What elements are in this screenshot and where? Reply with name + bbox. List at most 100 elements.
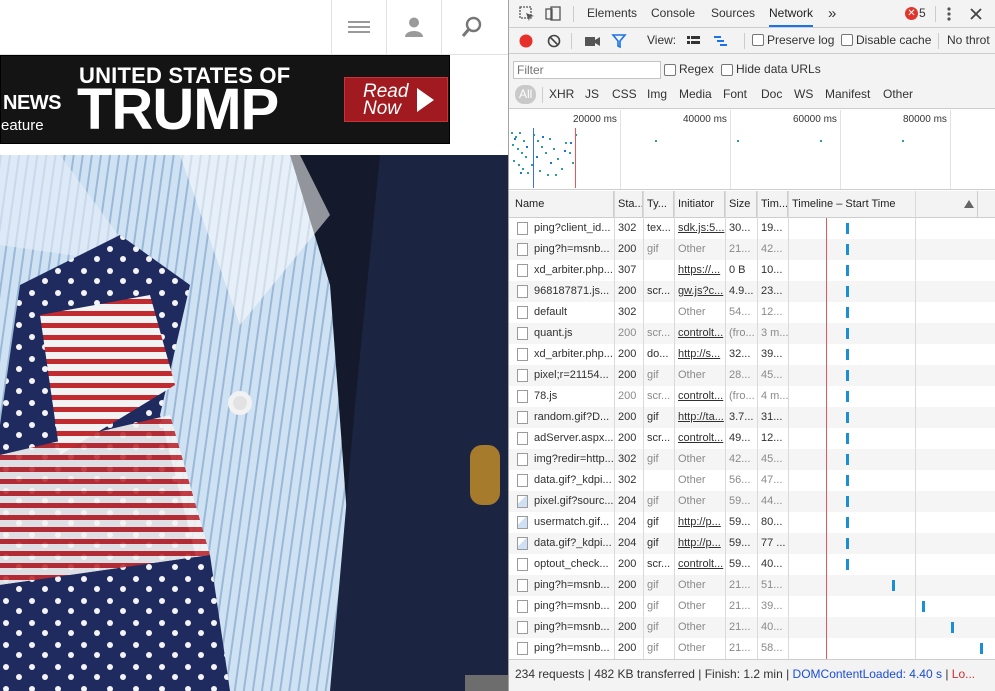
menu-button[interactable] bbox=[331, 0, 386, 54]
throttling-select[interactable]: No throt bbox=[947, 28, 990, 53]
preserve-log-checkbox[interactable] bbox=[752, 34, 764, 46]
column-status[interactable]: Sta... bbox=[614, 191, 643, 218]
column-name[interactable]: Name bbox=[509, 191, 614, 218]
tab-console[interactable]: Console bbox=[651, 0, 695, 27]
request-row[interactable]: ping?client_id... 302 tex... sdk.js:5... 30.… bbox=[509, 218, 995, 239]
request-row[interactable]: random.gif?D... 200 gif http://ta... 3.7... 3… bbox=[509, 407, 995, 428]
cell-status: 302 bbox=[618, 474, 637, 486]
cell-status: 307 bbox=[618, 264, 637, 276]
type-filter-css[interactable]: CSS bbox=[610, 85, 639, 104]
request-row[interactable]: ping?h=msnb... 200 gif Other 21... 42... bbox=[509, 239, 995, 260]
device-toolbar-icon[interactable] bbox=[544, 5, 562, 23]
cell-status: 200 bbox=[618, 390, 637, 402]
cell-initiator[interactable]: gw.js?c... bbox=[674, 281, 725, 302]
filter-input[interactable] bbox=[513, 61, 661, 79]
error-count[interactable]: 5 bbox=[919, 0, 926, 27]
column-divider bbox=[725, 191, 726, 659]
camera-icon[interactable] bbox=[584, 34, 601, 48]
cell-initiator[interactable]: controlt... bbox=[674, 554, 725, 575]
hide-data-urls-checkbox[interactable] bbox=[721, 64, 733, 76]
request-row[interactable]: ping?h=msnb... 200 gif Other 21... 51... bbox=[509, 575, 995, 596]
type-filter-doc[interactable]: Doc bbox=[759, 85, 784, 104]
close-icon[interactable] bbox=[967, 5, 985, 23]
cell-initiator[interactable]: http://s... bbox=[674, 344, 725, 365]
waterfall-view-icon[interactable] bbox=[713, 34, 728, 48]
cell-initiator[interactable]: controlt... bbox=[674, 386, 725, 407]
record-icon[interactable] bbox=[518, 33, 534, 49]
request-row[interactable]: data.gif?_kdpi... 204 gif http://p... 59... 7… bbox=[509, 533, 995, 554]
request-row[interactable]: img?redir=http... 302 gif Other 42... 45... bbox=[509, 449, 995, 470]
request-row[interactable]: xd_arbiter.php... 307 https://... 0 B 10... bbox=[509, 260, 995, 281]
tab-network[interactable]: Network bbox=[769, 0, 814, 27]
request-row[interactable]: 968187871.js... 200 scr... gw.js?c... 4.9...… bbox=[509, 281, 995, 302]
request-row[interactable]: pixel;r=21154... 200 gif Other 28... 45... bbox=[509, 365, 995, 386]
type-filter-xhr[interactable]: XHR bbox=[547, 85, 576, 104]
cell-name: optout_check... bbox=[534, 558, 609, 570]
disable-cache-checkbox[interactable] bbox=[841, 34, 853, 46]
column-time[interactable]: Tim... bbox=[757, 191, 788, 218]
request-row[interactable]: 78.js 200 scr... controlt... (fro... 4 m... bbox=[509, 386, 995, 407]
request-row[interactable]: usermatch.gif... 204 gif http://p... 59... 80… bbox=[509, 512, 995, 533]
sort-ascending-icon[interactable] bbox=[964, 200, 974, 208]
request-row[interactable]: quant.js 200 scr... controlt... (fro... 3 m..… bbox=[509, 323, 995, 344]
cell-initiator[interactable]: http://p... bbox=[674, 533, 725, 554]
request-row[interactable]: default 302 Other 54... 12... bbox=[509, 302, 995, 323]
request-row[interactable]: ping?h=msnb... 200 gif Other 21... 58... bbox=[509, 638, 995, 659]
filter-separator bbox=[542, 87, 543, 103]
request-row[interactable]: xd_arbiter.php... 200 do... http://s... 32..… bbox=[509, 344, 995, 365]
tab-elements[interactable]: Elements bbox=[587, 0, 637, 27]
column-size[interactable]: Size bbox=[725, 191, 757, 218]
cell-size: 21... bbox=[729, 621, 751, 633]
cell-time: 44... bbox=[761, 495, 783, 507]
type-filter-ws[interactable]: WS bbox=[792, 85, 815, 104]
kebab-menu-icon[interactable] bbox=[940, 5, 958, 23]
cell-type: scr... bbox=[647, 390, 671, 402]
type-filter-other[interactable]: Other bbox=[881, 85, 915, 104]
document-file-icon bbox=[517, 600, 528, 613]
network-overview[interactable]: 20000 ms 40000 ms 60000 ms 80000 ms bbox=[509, 110, 995, 190]
type-filter-js[interactable]: JS bbox=[583, 85, 601, 104]
cell-type: gif bbox=[647, 411, 659, 423]
request-row[interactable]: ping?h=msnb... 200 gif Other 21... 39... bbox=[509, 596, 995, 617]
type-filter-media[interactable]: Media bbox=[677, 85, 714, 104]
request-row[interactable]: optout_check... 200 scr... controlt... 59...… bbox=[509, 554, 995, 575]
filter-icon[interactable] bbox=[611, 33, 627, 49]
clear-icon[interactable] bbox=[546, 33, 562, 49]
read-now-button[interactable]: Read Now bbox=[344, 77, 448, 122]
type-filter-manifest[interactable]: Manifest bbox=[823, 85, 872, 104]
cell-size: 21... bbox=[729, 642, 751, 654]
cell-name: 78.js bbox=[534, 390, 558, 402]
cell-initiator[interactable]: https://... bbox=[674, 260, 725, 281]
large-rows-icon[interactable] bbox=[686, 34, 701, 48]
cell-initiator[interactable]: sdk.js:5... bbox=[674, 218, 725, 239]
request-row[interactable]: pixel.gif?sourc... 204 gif Other 59... 44... bbox=[509, 491, 995, 512]
account-button[interactable] bbox=[386, 0, 441, 54]
request-row[interactable]: ping?h=msnb... 200 gif Other 21... 40... bbox=[509, 617, 995, 638]
column-type[interactable]: Ty... bbox=[643, 191, 674, 218]
column-timeline[interactable]: Timeline – Start Time bbox=[788, 191, 978, 218]
cell-name: ping?h=msnb... bbox=[534, 579, 610, 591]
cell-initiator[interactable]: controlt... bbox=[674, 428, 725, 449]
read-now-line2: Now bbox=[363, 98, 402, 119]
column-divider bbox=[614, 191, 615, 659]
cell-initiator[interactable]: controlt... bbox=[674, 323, 725, 344]
request-row[interactable]: adServer.aspx... 200 scr... controlt... 49..… bbox=[509, 428, 995, 449]
cell-name: ping?client_id... bbox=[534, 222, 611, 234]
type-filter-img[interactable]: Img bbox=[645, 85, 669, 104]
tab-sources[interactable]: Sources bbox=[711, 0, 755, 27]
cell-initiator[interactable]: http://p... bbox=[674, 512, 725, 533]
error-icon[interactable]: ✕ bbox=[905, 7, 918, 20]
type-filter-all[interactable]: All bbox=[515, 85, 537, 104]
cell-initiator[interactable]: http://ta... bbox=[674, 407, 725, 428]
inspect-element-icon[interactable] bbox=[518, 5, 536, 23]
type-filter-font[interactable]: Font bbox=[721, 85, 749, 104]
cell-size: 30... bbox=[729, 222, 751, 234]
cell-time: 10... bbox=[761, 264, 783, 276]
column-initiator[interactable]: Initiator bbox=[674, 191, 725, 218]
cell-type: gif bbox=[647, 537, 659, 549]
request-row[interactable]: data.gif?_kdpi... 302 Other 56... 47... bbox=[509, 470, 995, 491]
search-button[interactable] bbox=[441, 0, 501, 54]
regex-checkbox[interactable] bbox=[664, 64, 676, 76]
ad-banner[interactable]: NEWS eature UNITED STATES OF TRUMP Read … bbox=[0, 55, 450, 144]
more-tabs-button[interactable]: » bbox=[828, 0, 836, 27]
